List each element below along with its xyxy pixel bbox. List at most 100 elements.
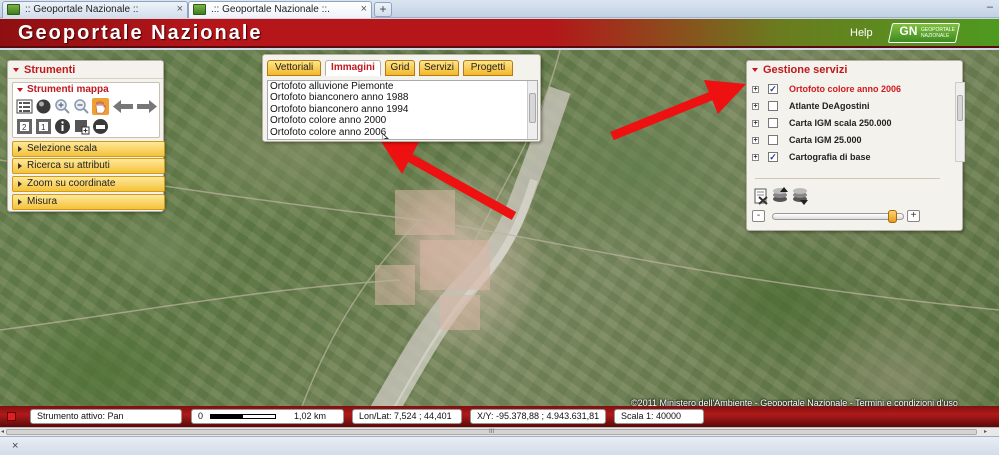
gestione-servizi-header[interactable]: Gestione servizi (747, 61, 962, 79)
status-bar: Strumento attivo: Pan 0 1,02 km Lon/Lat:… (0, 406, 999, 427)
layer-label: Ortofoto colore anno 2006 (789, 84, 902, 94)
browser-tab-strip: :: Geoportale Nazionale :: × .:: Geoport… (0, 0, 999, 18)
scroll-right-icon[interactable]: ▸ (984, 428, 987, 435)
scroll-thumb[interactable] (529, 93, 536, 123)
svg-text:1: 1 (41, 123, 46, 132)
tab-progetti[interactable]: Progetti (463, 60, 513, 76)
strumenti-panel: Strumenti Strumenti mappa 2 1 Selezione … (7, 60, 165, 212)
layer-checkbox[interactable] (768, 101, 778, 111)
layer-row-igm-25000[interactable]: + Carta IGM 25.000 (751, 134, 951, 149)
tab-immagini[interactable]: Immagini (325, 60, 381, 76)
list-item[interactable]: Ortofoto alluvione Piemonte (268, 81, 537, 92)
help-link[interactable]: Help (850, 27, 873, 39)
minimize-icon[interactable]: – (987, 1, 993, 13)
strumenti-title: Strumenti (24, 64, 76, 76)
scroll-thumb[interactable]: III (6, 429, 977, 435)
layer-row-ortofoto-2006[interactable]: + ✓ Ortofoto colore anno 2006 (751, 83, 951, 98)
collapse-caret-icon (752, 68, 758, 72)
map-tools-row-2: 2 1 (16, 118, 160, 136)
gestione-servizi-panel: Gestione servizi + ✓ Ortofoto colore ann… (746, 60, 965, 231)
expand-icon[interactable]: + (752, 120, 759, 127)
collapse-caret-icon (17, 88, 23, 92)
expand-icon[interactable]: + (752, 137, 759, 144)
previous-extent-icon[interactable] (112, 98, 134, 115)
geoportale-favicon-icon (193, 4, 206, 15)
zoom-window-2-icon[interactable]: 2 (16, 118, 33, 135)
expand-icon[interactable]: + (752, 154, 759, 161)
browser-tab-1-label: :: Geoportale Nazionale :: (25, 4, 139, 15)
opacity-track[interactable] (772, 210, 904, 223)
mouse-cursor-icon (382, 133, 389, 139)
zoom-in-icon[interactable] (54, 98, 71, 115)
opacity-decrease-button[interactable]: - (752, 210, 765, 222)
globe-icon[interactable] (35, 98, 52, 115)
opacity-increase-button[interactable]: + (907, 210, 920, 222)
scroll-thumb[interactable] (957, 95, 963, 121)
browser-tab-2-label: .:: Geoportale Nazionale ::. (211, 4, 330, 15)
tab-servizi[interactable]: Servizi (419, 60, 459, 76)
tab-grid[interactable]: Grid (385, 60, 415, 76)
strumenti-header[interactable]: Strumenti (8, 61, 163, 79)
browser-tab-1[interactable]: :: Geoportale Nazionale :: × (2, 1, 188, 18)
selezione-scala-item[interactable]: Selezione scala (12, 141, 165, 157)
layer-row-igm-250000[interactable]: + Carta IGM scala 250.000 (751, 117, 951, 132)
image-layer-list[interactable]: Ortofoto alluvione Piemonte Ortofoto bia… (267, 80, 538, 140)
image-list-scrollbar[interactable] (527, 81, 537, 139)
map-tools-header[interactable]: Strumenti mappa (13, 83, 159, 97)
list-item[interactable]: Ortofoto colore anno 2000 (268, 115, 537, 126)
tab-vettoriali[interactable]: Vettoriali (267, 60, 321, 76)
arrow-to-layer-list (610, 80, 746, 141)
browser-find-bar: × (0, 436, 999, 455)
browser-horizontal-scrollbar[interactable]: ◂ III ▸ (0, 427, 999, 436)
scale-zero-label: 0 (198, 411, 204, 421)
catalog-panel: Vettoriali Immagini Grid Servizi Progett… (262, 54, 541, 142)
zoom-coordinate-label: Zoom su coordinate (27, 178, 116, 189)
ricerca-attributi-item[interactable]: Ricerca su attributi (12, 158, 165, 174)
close-tab-icon[interactable]: × (361, 2, 367, 17)
scroll-left-icon[interactable]: ◂ (1, 428, 4, 435)
service-list-scrollbar[interactable] (955, 82, 965, 162)
close-findbar-icon[interactable]: × (12, 440, 18, 452)
layer-checkbox[interactable] (768, 135, 778, 145)
layer-label: Carta IGM 25.000 (789, 135, 862, 145)
divider (755, 178, 940, 179)
layers-list-icon[interactable] (16, 98, 33, 115)
zoom-window-1-icon[interactable]: 1 (35, 118, 52, 135)
layer-row-cartografia-base[interactable]: + ✓ Cartografia di base (751, 151, 951, 166)
expand-arrow-icon (18, 146, 22, 152)
list-item[interactable]: Ortofoto bianconero anno 1994 (268, 104, 537, 115)
browser-window: :: Geoportale Nazionale :: × .:: Geoport… (0, 0, 999, 455)
zoom-out-icon[interactable] (73, 98, 90, 115)
map-scale-readout: Scala 1: 40000 (614, 409, 704, 424)
layer-row-atlante[interactable]: + Atlante DeAgostini (751, 100, 951, 115)
print-icon[interactable] (92, 118, 109, 135)
remove-layer-icon[interactable] (753, 187, 769, 205)
zoom-coordinate-item[interactable]: Zoom su coordinate (12, 176, 165, 192)
expand-arrow-icon (18, 163, 22, 169)
expand-icon[interactable]: + (752, 103, 759, 110)
selezione-scala-label: Selezione scala (27, 143, 98, 154)
expand-arrow-icon (18, 181, 22, 187)
map-tools-title: Strumenti mappa (27, 84, 109, 95)
layer-checkbox[interactable]: ✓ (768, 84, 778, 94)
expand-icon[interactable]: + (752, 86, 759, 93)
list-item[interactable]: Ortofoto bianconero anno 1988 (268, 92, 537, 103)
layer-checkbox[interactable] (768, 118, 778, 128)
next-extent-icon[interactable] (136, 98, 158, 115)
browser-tab-2[interactable]: .:: Geoportale Nazionale ::. × (188, 1, 372, 18)
opacity-knob[interactable] (888, 210, 897, 223)
list-item[interactable]: Ortofoto colore anno 2006 (268, 127, 537, 138)
scale-distance-label: 1,02 km (294, 411, 327, 421)
layer-checkbox[interactable]: ✓ (768, 152, 778, 162)
add-point-icon[interactable] (73, 118, 90, 135)
misura-item[interactable]: Misura (12, 194, 165, 210)
layer-down-icon[interactable] (791, 187, 809, 205)
check-mark-icon: ✓ (769, 84, 777, 94)
pan-hand-icon[interactable] (92, 98, 109, 115)
layer-up-icon[interactable] (771, 187, 789, 205)
new-tab-button[interactable]: + (374, 2, 392, 17)
info-icon[interactable] (54, 118, 71, 135)
map-tools-section: Strumenti mappa 2 1 (12, 82, 160, 138)
close-tab-icon[interactable]: × (177, 2, 183, 17)
status-flag-icon (7, 412, 16, 421)
